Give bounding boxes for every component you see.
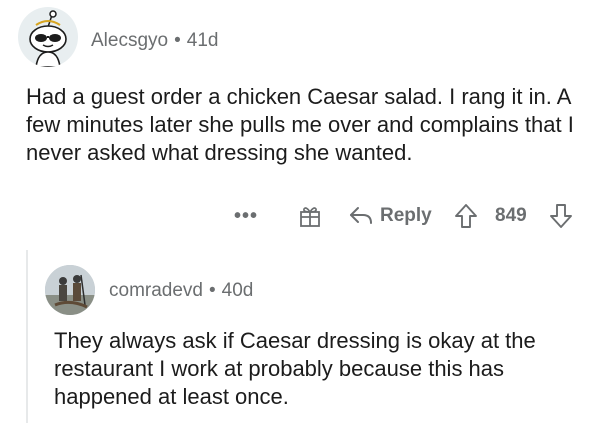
reply-arrow-icon [350,207,372,224]
comment-meta: Alecsgyo • 41d [91,30,218,52]
meta-separator: • [174,30,181,51]
reply-button[interactable]: Reply [348,200,432,232]
downvote-button[interactable] [548,200,574,232]
user-avatar[interactable] [45,265,95,315]
vote-score: 849 [495,205,527,226]
comment-age: 41d [186,30,219,51]
snoo-avatar-icon [29,10,67,67]
arrow-down-icon [550,204,572,228]
arrow-up-icon [455,204,477,228]
comment-actions: ••• Reply 849 [0,200,599,232]
username[interactable]: comradevd [109,280,203,301]
comment-alecsgyo: Alecsgyo • 41d Had a guest order a chicken… [0,0,599,250]
award-button[interactable] [297,200,323,232]
comment-meta: comradevd • 40d [109,280,253,302]
gift-icon [300,207,320,227]
more-options-button[interactable]: ••• [234,200,258,232]
photo-avatar-icon [45,265,95,315]
username[interactable]: Alecsgyo [91,30,168,51]
comment-body: They always ask if Caesar dressing is ok… [54,328,536,409]
reply-label: Reply [380,205,432,226]
comment-age: 40d [221,280,254,301]
upvote-button[interactable] [453,200,479,232]
meta-separator: • [209,280,216,301]
more-icon: ••• [234,204,259,227]
comment-body: Had a guest order a chicken Caesar salad… [26,84,574,165]
user-avatar[interactable] [18,7,78,67]
